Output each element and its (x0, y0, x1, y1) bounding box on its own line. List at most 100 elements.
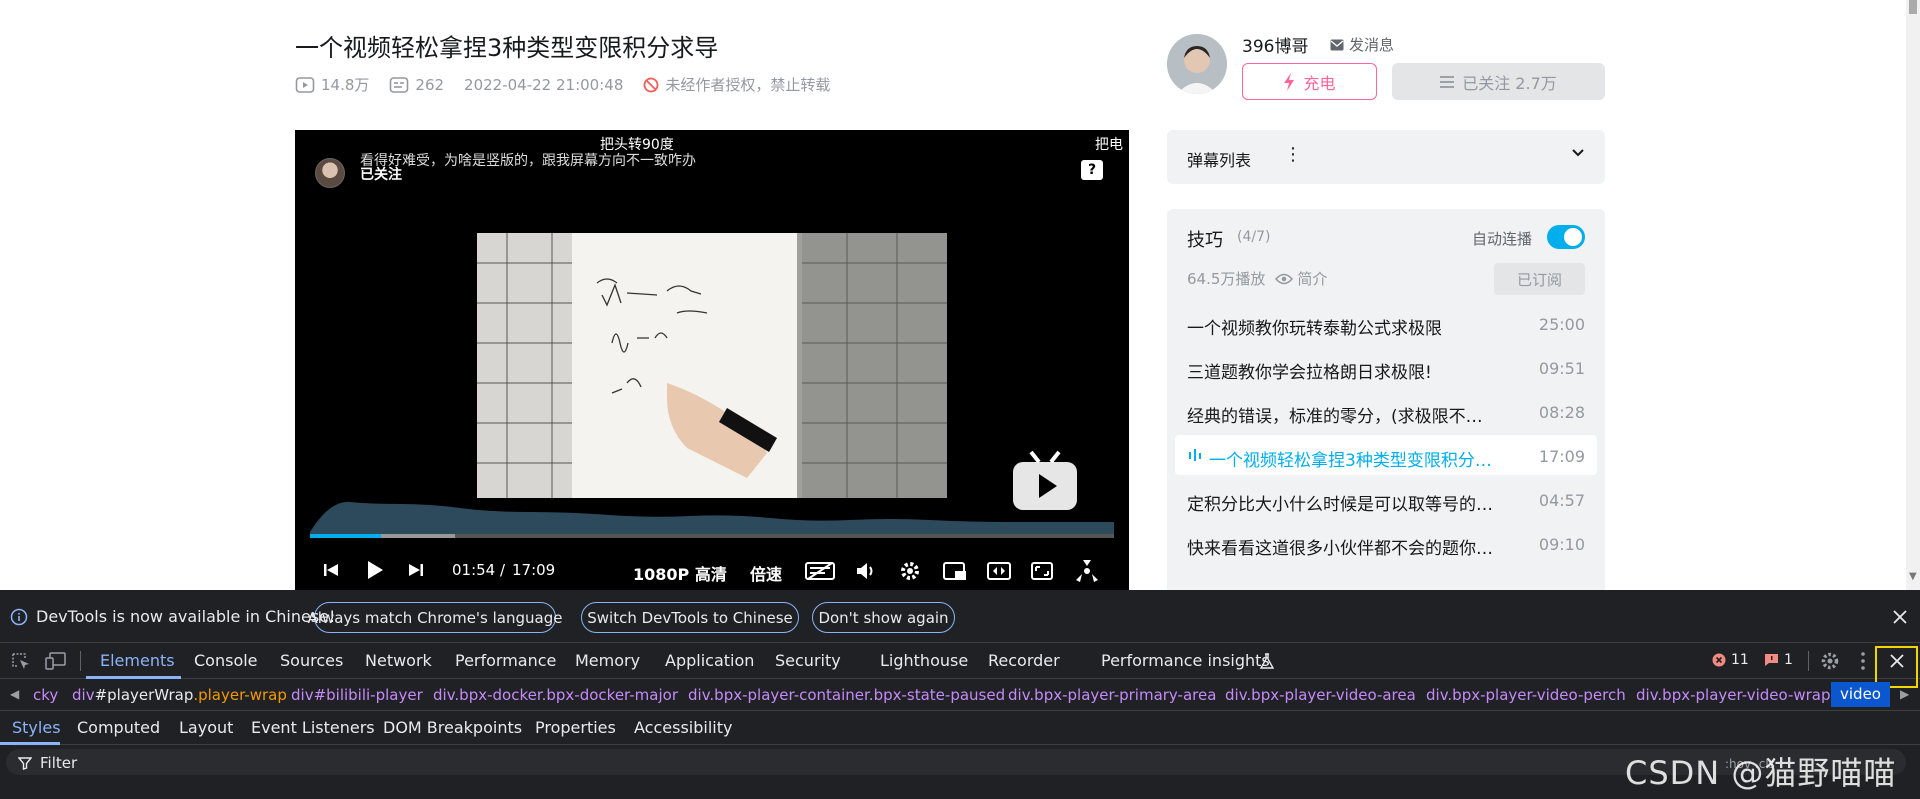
help-icon[interactable]: ? (1081, 160, 1103, 180)
breadcrumb-item[interactable]: div#bilibili-player (291, 686, 423, 704)
playlist-item-duration: 04:57 (1538, 491, 1585, 510)
customize-menu-icon[interactable] (1860, 651, 1866, 671)
quality-button[interactable]: 1080P 高清 (633, 561, 727, 585)
tab-security[interactable]: Security (775, 651, 841, 670)
breadcrumb-item[interactable]: div.bpx-docker.bpx-docker-major (433, 686, 678, 704)
fullscreen-icon[interactable] (1075, 560, 1099, 582)
send-message-link[interactable]: 发消息 (1330, 34, 1394, 55)
playlist-item[interactable]: 快来看看这道很多小伙伴都不会的题你… 09:10 (1175, 523, 1597, 563)
dom-breadcrumb: ◀ cky div#playerWrap.player-wrap div#bil… (0, 679, 1920, 711)
close-devtools-icon[interactable] (1889, 653, 1905, 669)
playlist-item[interactable]: 经典的错误，标准的零分，(求极限不… 08:28 (1175, 391, 1597, 431)
speed-button[interactable]: 倍速 (750, 561, 782, 585)
switch-to-chinese-button[interactable]: Switch DevTools to Chinese (581, 602, 799, 633)
subtab-properties[interactable]: Properties (535, 718, 616, 737)
danmaku-count: 262 (415, 75, 445, 94)
subtab-styles[interactable]: Styles (12, 718, 61, 737)
chevron-down-icon[interactable] (1571, 148, 1585, 158)
tab-application[interactable]: Application (665, 651, 754, 670)
tab-console[interactable]: Console (194, 651, 258, 670)
tab-elements[interactable]: Elements (100, 651, 175, 670)
video-player[interactable]: 把头转90度 把电 看得好难受，为啥是竖版的，跟我屏幕方向不一致咋办 已关注 ? (295, 130, 1129, 590)
progress-bar[interactable] (310, 534, 1114, 538)
tab-lighthouse[interactable]: Lighthouse (880, 651, 968, 670)
settings-icon[interactable] (899, 560, 921, 582)
devtools-panel: DevTools is now available in Chinese! Al… (0, 590, 1920, 799)
pip-icon[interactable] (943, 561, 967, 581)
danmaku-toggle-icon[interactable] (805, 561, 835, 581)
inspect-element-icon[interactable] (11, 652, 31, 670)
uploader-avatar[interactable] (1167, 34, 1227, 94)
publish-date: 2022-04-22 21:00:48 (464, 75, 624, 94)
error-count-badge[interactable]: 11 (1712, 652, 1749, 668)
follow-label: 已关注 2.7万 (1462, 73, 1557, 93)
breadcrumb-item[interactable]: div.bpx-player-video-area (1225, 686, 1416, 704)
scroll-down-icon[interactable]: ▼ (1909, 571, 1917, 582)
web-fullscreen-icon[interactable] (1031, 561, 1053, 581)
tab-performance-insights[interactable]: Performance insights (1101, 651, 1270, 670)
playlist-title: 技巧 (1187, 230, 1223, 251)
playlist-item-title: 快来看看这道很多小伙伴都不会的题你… (1187, 539, 1493, 559)
page-scrollbar[interactable]: ▼ (1906, 0, 1920, 590)
danmaku-line: 看得好难受，为啥是竖版的，跟我屏幕方向不一致咋办 (360, 153, 696, 169)
danmaku-avatar (315, 158, 345, 188)
danmaku-list-panel[interactable]: 弹幕列表 ⋮ (1167, 130, 1605, 184)
issue-count: 1 (1784, 652, 1793, 668)
subtab-layout[interactable]: Layout (179, 718, 233, 737)
breadcrumb-item[interactable]: div#playerWrap.player-wrap (72, 686, 287, 704)
issue-count-badge[interactable]: 1 (1764, 652, 1793, 668)
player-controls: 01:54 / 17:09 1080P 高清 倍速 (295, 550, 1129, 590)
subtab-event-listeners[interactable]: Event Listeners (251, 718, 375, 737)
playlist-plays: 64.5万播放 (1187, 270, 1266, 288)
charge-button[interactable]: 充电 (1242, 63, 1377, 100)
playlist-item[interactable]: 三道题教你学会拉格朗日求极限! 09:51 (1175, 347, 1597, 387)
breadcrumb-item[interactable]: div.bpx-player-video-wrap (1636, 686, 1831, 704)
volume-icon[interactable] (855, 561, 877, 581)
devtools-settings-icon[interactable] (1820, 651, 1840, 671)
now-playing-icon (1189, 449, 1201, 461)
breadcrumb-item[interactable]: div.bpx-player-primary-area (1008, 686, 1216, 704)
lightning-icon (1284, 72, 1295, 91)
device-toolbar-icon[interactable] (45, 652, 67, 670)
follow-button[interactable]: 已关注 2.7万 (1392, 63, 1605, 100)
breadcrumb-item-selected[interactable]: video (1831, 682, 1890, 707)
widescreen-icon[interactable] (987, 561, 1011, 581)
breadcrumb-item[interactable]: cky (33, 686, 58, 704)
subtab-computed[interactable]: Computed (77, 718, 160, 737)
more-options-icon[interactable]: ⋮ (1284, 144, 1302, 165)
tab-memory[interactable]: Memory (575, 651, 640, 670)
dont-show-again-button[interactable]: Don't show again (812, 602, 955, 633)
subtab-accessibility[interactable]: Accessibility (634, 718, 732, 737)
video-frame-image (477, 233, 947, 498)
play-icon[interactable] (365, 560, 385, 580)
infobar-message: DevTools is now available in Chinese! (10, 607, 335, 626)
breadcrumb-item[interactable]: div.bpx-player-video-perch (1426, 686, 1626, 704)
playlist-item-title: 三道题教你学会拉格朗日求极限! (1187, 363, 1432, 383)
charge-label: 充电 (1303, 73, 1336, 93)
infobar-close-icon[interactable] (1892, 609, 1908, 625)
match-language-button[interactable]: Always match Chrome's language (308, 602, 562, 633)
playlist-item-active[interactable]: 一个视频轻松拿捏3种类型变限积分… 17:09 (1175, 435, 1597, 475)
prev-icon[interactable] (323, 562, 339, 578)
playlist-item[interactable]: 一个视频教你玩转泰勒公式求极限 25:00 (1175, 303, 1597, 343)
breadcrumb-left-icon[interactable]: ◀ (10, 687, 19, 701)
intro-link[interactable]: 简介 (1297, 268, 1327, 289)
subscribed-button[interactable]: 已订阅 (1494, 263, 1585, 295)
playlist-item-duration: 08:28 (1538, 403, 1585, 422)
video-title: 一个视频轻松拿捏3种类型变限积分求导 (295, 34, 719, 62)
uploader-name[interactable]: 396博哥 (1242, 32, 1308, 57)
tab-performance[interactable]: Performance (455, 651, 556, 670)
sidebar-tabs: Styles Computed Layout Event Listeners D… (0, 711, 1920, 745)
filter-input[interactable] (6, 749, 1906, 775)
tab-recorder[interactable]: Recorder (988, 651, 1060, 670)
tab-network[interactable]: Network (365, 651, 432, 670)
breadcrumb-right-icon[interactable]: ▶ (1900, 687, 1909, 701)
playlist-item[interactable]: 定积分比大小什么时候是可以取等号的… 04:57 (1175, 479, 1597, 519)
scrollbar-thumb[interactable] (1909, 0, 1917, 14)
autoplay-toggle[interactable] (1547, 225, 1585, 249)
forbidden-icon (643, 77, 659, 92)
next-icon[interactable] (408, 562, 424, 578)
tab-sources[interactable]: Sources (280, 651, 343, 670)
breadcrumb-item[interactable]: div.bpx-player-container.bpx-state-pause… (688, 686, 1005, 704)
subtab-dom-breakpoints[interactable]: DOM Breakpoints (383, 718, 522, 737)
